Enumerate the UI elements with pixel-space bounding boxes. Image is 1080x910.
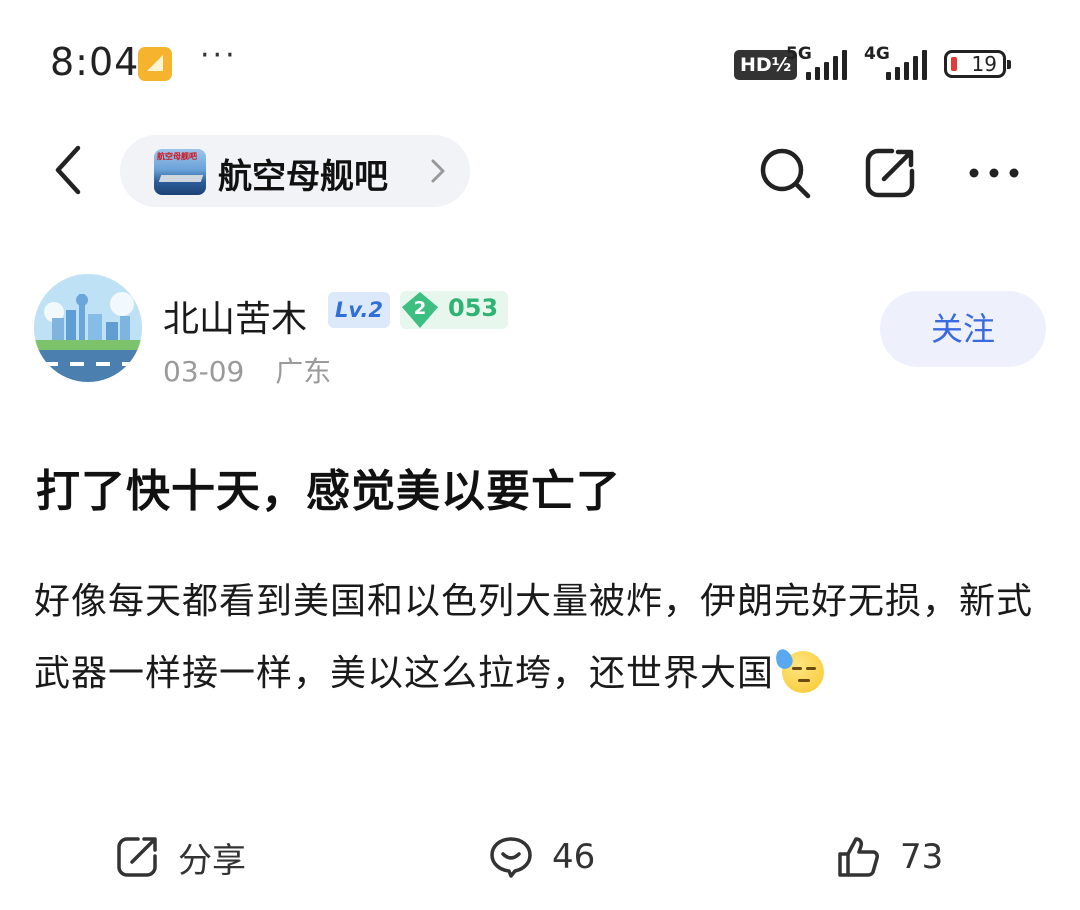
more-icon[interactable] — [966, 145, 1022, 201]
gem-icon: 2 — [402, 292, 438, 328]
gem-count: 053 — [448, 294, 499, 322]
back-icon[interactable] — [46, 142, 96, 198]
thumbs-up-icon — [838, 837, 879, 877]
post-date: 03-09 — [163, 355, 245, 388]
notification-app-icon — [138, 47, 172, 81]
post-location: 广东 — [275, 355, 332, 388]
author-avatar[interactable] — [34, 274, 142, 382]
level-badge: Lv.2 — [328, 292, 390, 328]
status-more-icon: ··· — [200, 38, 238, 73]
forum-chip[interactable]: 航空母舰吧 航空母舰吧 — [120, 135, 470, 207]
battery-icon: 19 — [944, 50, 1011, 78]
author-name[interactable]: 北山苦木 — [163, 290, 307, 342]
forum-avatar: 航空母舰吧 — [154, 149, 206, 195]
post-body-text: 好像每天都看到美国和以色列大量被炸，伊朗完好无损，新式武器一样接一样，美以这么拉… — [34, 581, 1034, 694]
share-button[interactable]: 分享 — [114, 830, 246, 884]
post-title: 打了快十天，感觉美以要亡了 — [36, 466, 621, 517]
forum-name: 航空母舰吧 — [218, 157, 388, 197]
share-icon — [117, 837, 157, 877]
status-time: 8:04 — [50, 40, 140, 84]
share-label: 分享 — [178, 840, 246, 881]
follow-button[interactable]: 关注 — [880, 291, 1046, 367]
like-button[interactable]: 73 — [836, 830, 943, 884]
gem-badge: 2 053 — [400, 291, 508, 329]
sweat-emoji-icon — [773, 646, 825, 693]
comment-count: 46 — [552, 837, 596, 877]
chevron-right-icon — [426, 155, 450, 187]
share-icon[interactable] — [862, 145, 918, 201]
signal-5g-icon — [806, 50, 847, 80]
like-count: 73 — [900, 837, 944, 877]
post-meta: 03-09 广东 — [163, 350, 353, 390]
comment-button[interactable]: 46 — [488, 830, 595, 884]
status-bar: 8:04 ··· HD½ 5G 4G 19 — [0, 0, 1080, 130]
post-body: 好像每天都看到美国和以色列大量被炸，伊朗完好无损，新式武器一样接一样，美以这么拉… — [34, 566, 1044, 710]
signal-4g-icon — [886, 50, 927, 80]
comment-icon — [490, 837, 532, 878]
search-icon[interactable] — [757, 145, 813, 201]
